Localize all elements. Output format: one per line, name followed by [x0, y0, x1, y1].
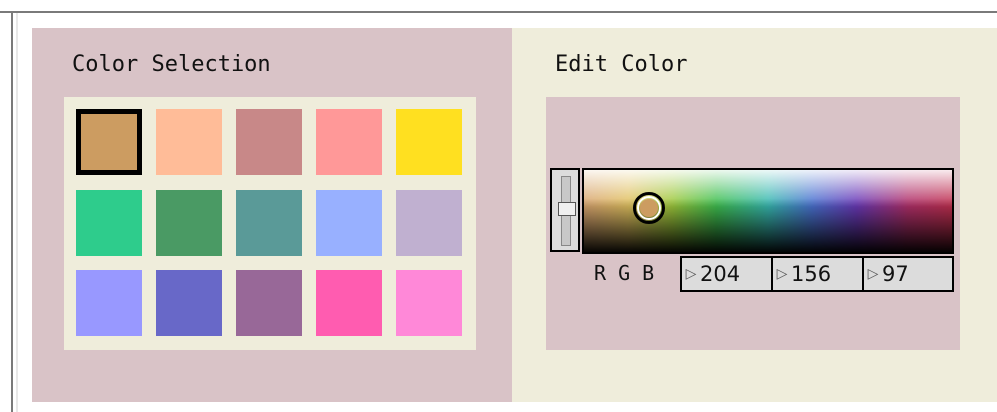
swatch-2[interactable]: [156, 109, 222, 175]
swatch-7[interactable]: [156, 190, 222, 256]
swatch-10[interactable]: [396, 190, 462, 256]
swatch-4[interactable]: [316, 109, 382, 175]
swatch-grid: [64, 97, 476, 350]
blue-value: 97: [882, 262, 909, 286]
swatch-13[interactable]: [236, 270, 302, 336]
brightness-slider[interactable]: [550, 168, 580, 252]
green-field[interactable]: ▷ 156: [771, 256, 865, 292]
color-selection-title: Color Selection: [72, 52, 271, 77]
rgb-label: R G B: [594, 261, 655, 285]
stepper-arrow-icon[interactable]: ▷: [682, 258, 700, 290]
left-border-highlight: [16, 13, 18, 412]
swatch-11[interactable]: [76, 270, 142, 336]
swatch-15[interactable]: [396, 270, 462, 336]
top-border: [0, 11, 997, 13]
swatch-9[interactable]: [316, 190, 382, 256]
swatch-5[interactable]: [396, 109, 462, 175]
color-picker-handle[interactable]: [633, 192, 665, 224]
color-spectrum[interactable]: [582, 168, 954, 254]
blue-field[interactable]: ▷ 97: [862, 256, 954, 292]
swatch-3[interactable]: [236, 109, 302, 175]
edit-color-title: Edit Color: [555, 52, 688, 77]
swatch-1[interactable]: [76, 109, 142, 175]
slider-thumb[interactable]: [558, 202, 576, 216]
red-value: 204: [700, 262, 741, 286]
swatch-6[interactable]: [76, 190, 142, 256]
swatch-14[interactable]: [316, 270, 382, 336]
swatch-8[interactable]: [236, 190, 302, 256]
stepper-arrow-icon[interactable]: ▷: [864, 258, 882, 290]
swatch-12[interactable]: [156, 270, 222, 336]
edit-color-box: R G B ▷ 204 ▷ 156 ▷ 97: [546, 97, 960, 350]
color-selection-panel: Color Selection: [32, 28, 512, 402]
red-field[interactable]: ▷ 204: [680, 256, 774, 292]
left-border: [11, 11, 13, 412]
green-value: 156: [791, 262, 832, 286]
picker-color-preview: [640, 199, 658, 217]
stepper-arrow-icon[interactable]: ▷: [773, 258, 791, 290]
edit-color-panel: Edit Color R G B ▷ 204 ▷ 156 ▷ 97: [512, 28, 997, 402]
